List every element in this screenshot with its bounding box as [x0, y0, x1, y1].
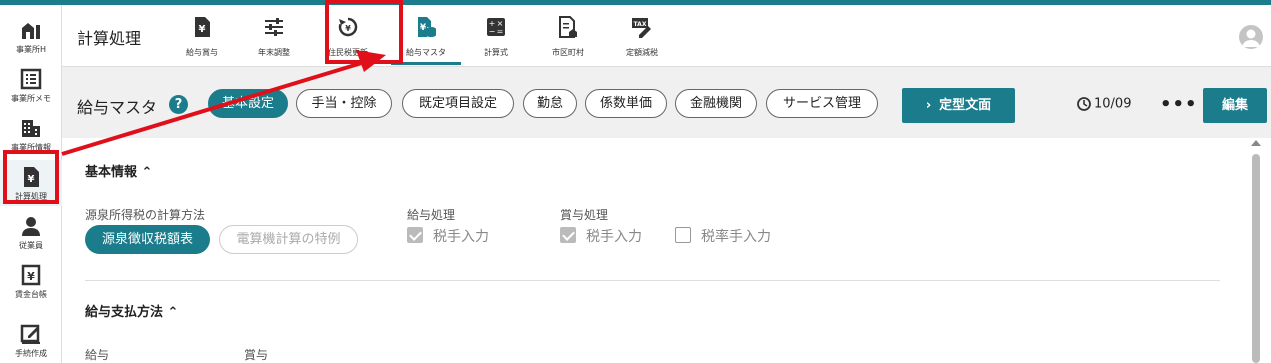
salary-manual-tax-label: 税手入力 — [433, 229, 489, 245]
content-card: 基本情報 ⌃ 源泉所得税の計算方法 源泉徴収税額表 電算機計算の特例 給与処理 … — [62, 138, 1242, 363]
tab-salary-bonus[interactable]: ¥ 給与賞与 — [177, 5, 227, 65]
header: 計算処理 ¥ 給与賞与 年末調整 ¥ 住民税更新 ¥ 給与マスタ + × − = 計算… — [62, 5, 1271, 67]
tab-formula[interactable]: + × − = 計算式 — [474, 5, 518, 65]
sidebar-item-office-home[interactable]: 事業所H — [0, 13, 62, 59]
avatar[interactable] — [1239, 25, 1263, 49]
svg-text:=: = — [497, 27, 504, 36]
sidebar-item-employees[interactable]: 従業員 — [0, 209, 62, 255]
sidebar-highlight-box — [3, 150, 59, 204]
svg-text:¥: ¥ — [420, 23, 427, 33]
tab-basic-settings[interactable]: 基本設定 — [208, 89, 288, 118]
sidebar-item-wage-ledger[interactable]: ¥ 賃金台帳 — [0, 258, 62, 304]
tab-attendance[interactable]: 勤怠 — [523, 89, 577, 118]
history-date: 10/09 — [1094, 96, 1132, 112]
chevron-up-icon: ⌃ — [167, 305, 179, 320]
sidebar-item-label: 賃金台帳 — [15, 290, 47, 299]
svg-text:TAX: TAX — [634, 21, 647, 28]
user-avatar-icon — [1242, 29, 1260, 47]
tab-financial-institution[interactable]: 金融機関 — [675, 89, 757, 118]
template-text-button[interactable]: › 定型文面 — [902, 88, 1015, 123]
tab-label: 定額減税 — [626, 48, 658, 57]
tab-default-items[interactable]: 既定項目設定 — [402, 89, 514, 118]
tab-label: 年末調整 — [258, 48, 290, 57]
memo-list-icon — [20, 68, 42, 90]
history-clock-icon — [1077, 97, 1091, 111]
yen-document-icon: ¥ — [195, 17, 210, 37]
edit-button[interactable]: 編集 — [1203, 88, 1267, 123]
withholding-method-label: 源泉所得税の計算方法 — [85, 208, 206, 222]
tab-fixed-tax-reduction[interactable]: TAX 定額減税 — [617, 5, 667, 65]
scroll-up-icon[interactable] — [1251, 140, 1261, 146]
tab-label: 計算式 — [484, 48, 508, 57]
scrollbar[interactable] — [1242, 138, 1271, 363]
scroll-thumb[interactable] — [1252, 154, 1260, 363]
salary-manual-tax-checkbox[interactable]: 税手入力 — [407, 226, 489, 246]
edit-form-icon — [20, 324, 40, 344]
sidebar-item-label: 従業員 — [19, 241, 43, 250]
tab-unit-price[interactable]: 係数単価 — [585, 89, 667, 118]
bonus-manual-tax-label: 税手入力 — [586, 229, 642, 245]
sliders-icon — [265, 18, 283, 36]
section-divider — [85, 280, 1220, 281]
sidebar-item-label: 事業所H — [15, 45, 46, 54]
office-building-icon — [22, 23, 40, 39]
basic-info-heading[interactable]: 基本情報 ⌃ — [85, 161, 152, 180]
sidebar-item-label: 事業所メモ — [11, 94, 51, 103]
yen-ledger-icon: ¥ — [21, 264, 41, 286]
more-options-icon[interactable]: ••• — [1160, 94, 1198, 115]
help-icon[interactable]: ? — [169, 95, 188, 114]
chevron-right-icon: › — [925, 98, 932, 113]
tab-highlight-box — [325, 0, 403, 64]
section-title: 給与マスタ — [77, 98, 158, 117]
svg-text:¥: ¥ — [199, 24, 206, 35]
bonus-processing-label: 賞与処理 — [560, 208, 609, 222]
sidebar-item-procedures[interactable]: 手続作成 — [0, 317, 62, 363]
history-button[interactable]: 10/09 — [1076, 96, 1131, 112]
svg-text:¥: ¥ — [27, 270, 35, 283]
payment-bonus-label: 賞与 — [244, 348, 269, 362]
tax-edit-icon: TAX — [632, 18, 651, 38]
sidebar-item-office-memo[interactable]: 事業所メモ — [0, 62, 62, 108]
svg-text:−: − — [489, 27, 496, 36]
tab-service-management[interactable]: サービス管理 — [766, 89, 878, 118]
payment-salary-label: 給与 — [85, 348, 110, 362]
chevron-up-icon: ⌃ — [141, 165, 153, 180]
tab-label: 給与賞与 — [186, 48, 218, 57]
computer-calc-option[interactable]: 電算機計算の特例 — [219, 225, 358, 254]
calculator-icon: + ×− = — [487, 18, 505, 36]
checkbox-checked-icon — [560, 227, 576, 243]
salary-processing-label: 給与処理 — [407, 208, 456, 222]
bonus-manual-rate-checkbox[interactable]: 税率手入力 — [675, 226, 771, 246]
yen-db-icon: ¥ — [418, 17, 436, 37]
sidebar-item-label: 手続作成 — [15, 349, 47, 358]
tab-municipality[interactable]: 市区町村 — [541, 5, 595, 65]
bonus-manual-rate-label: 税率手入力 — [701, 229, 771, 245]
toolbar: 給与マスタ ? 基本設定 手当・控除 既定項目設定 勤怠 係数単価 金融機関 サ… — [62, 68, 1271, 138]
city-doc-icon — [559, 16, 577, 38]
tab-label: 市区町村 — [552, 48, 584, 57]
checkbox-unchecked-icon — [675, 227, 691, 243]
template-text-label: 定型文面 — [939, 98, 992, 113]
person-icon — [22, 217, 40, 236]
tab-allowance-deduction[interactable]: 手当・控除 — [296, 89, 392, 118]
page-title: 計算処理 — [77, 29, 142, 48]
payment-method-heading-label: 給与支払方法 — [85, 305, 164, 320]
building-info-icon — [22, 120, 40, 137]
withholding-table-option[interactable]: 源泉徴収税額表 — [85, 225, 210, 254]
checkbox-checked-icon — [407, 227, 423, 243]
bonus-manual-tax-checkbox[interactable]: 税手入力 — [560, 226, 642, 246]
payment-method-heading[interactable]: 給与支払方法 ⌃ — [85, 301, 178, 320]
basic-info-heading-label: 基本情報 — [85, 165, 138, 180]
tab-year-end[interactable]: 年末調整 — [249, 5, 299, 65]
